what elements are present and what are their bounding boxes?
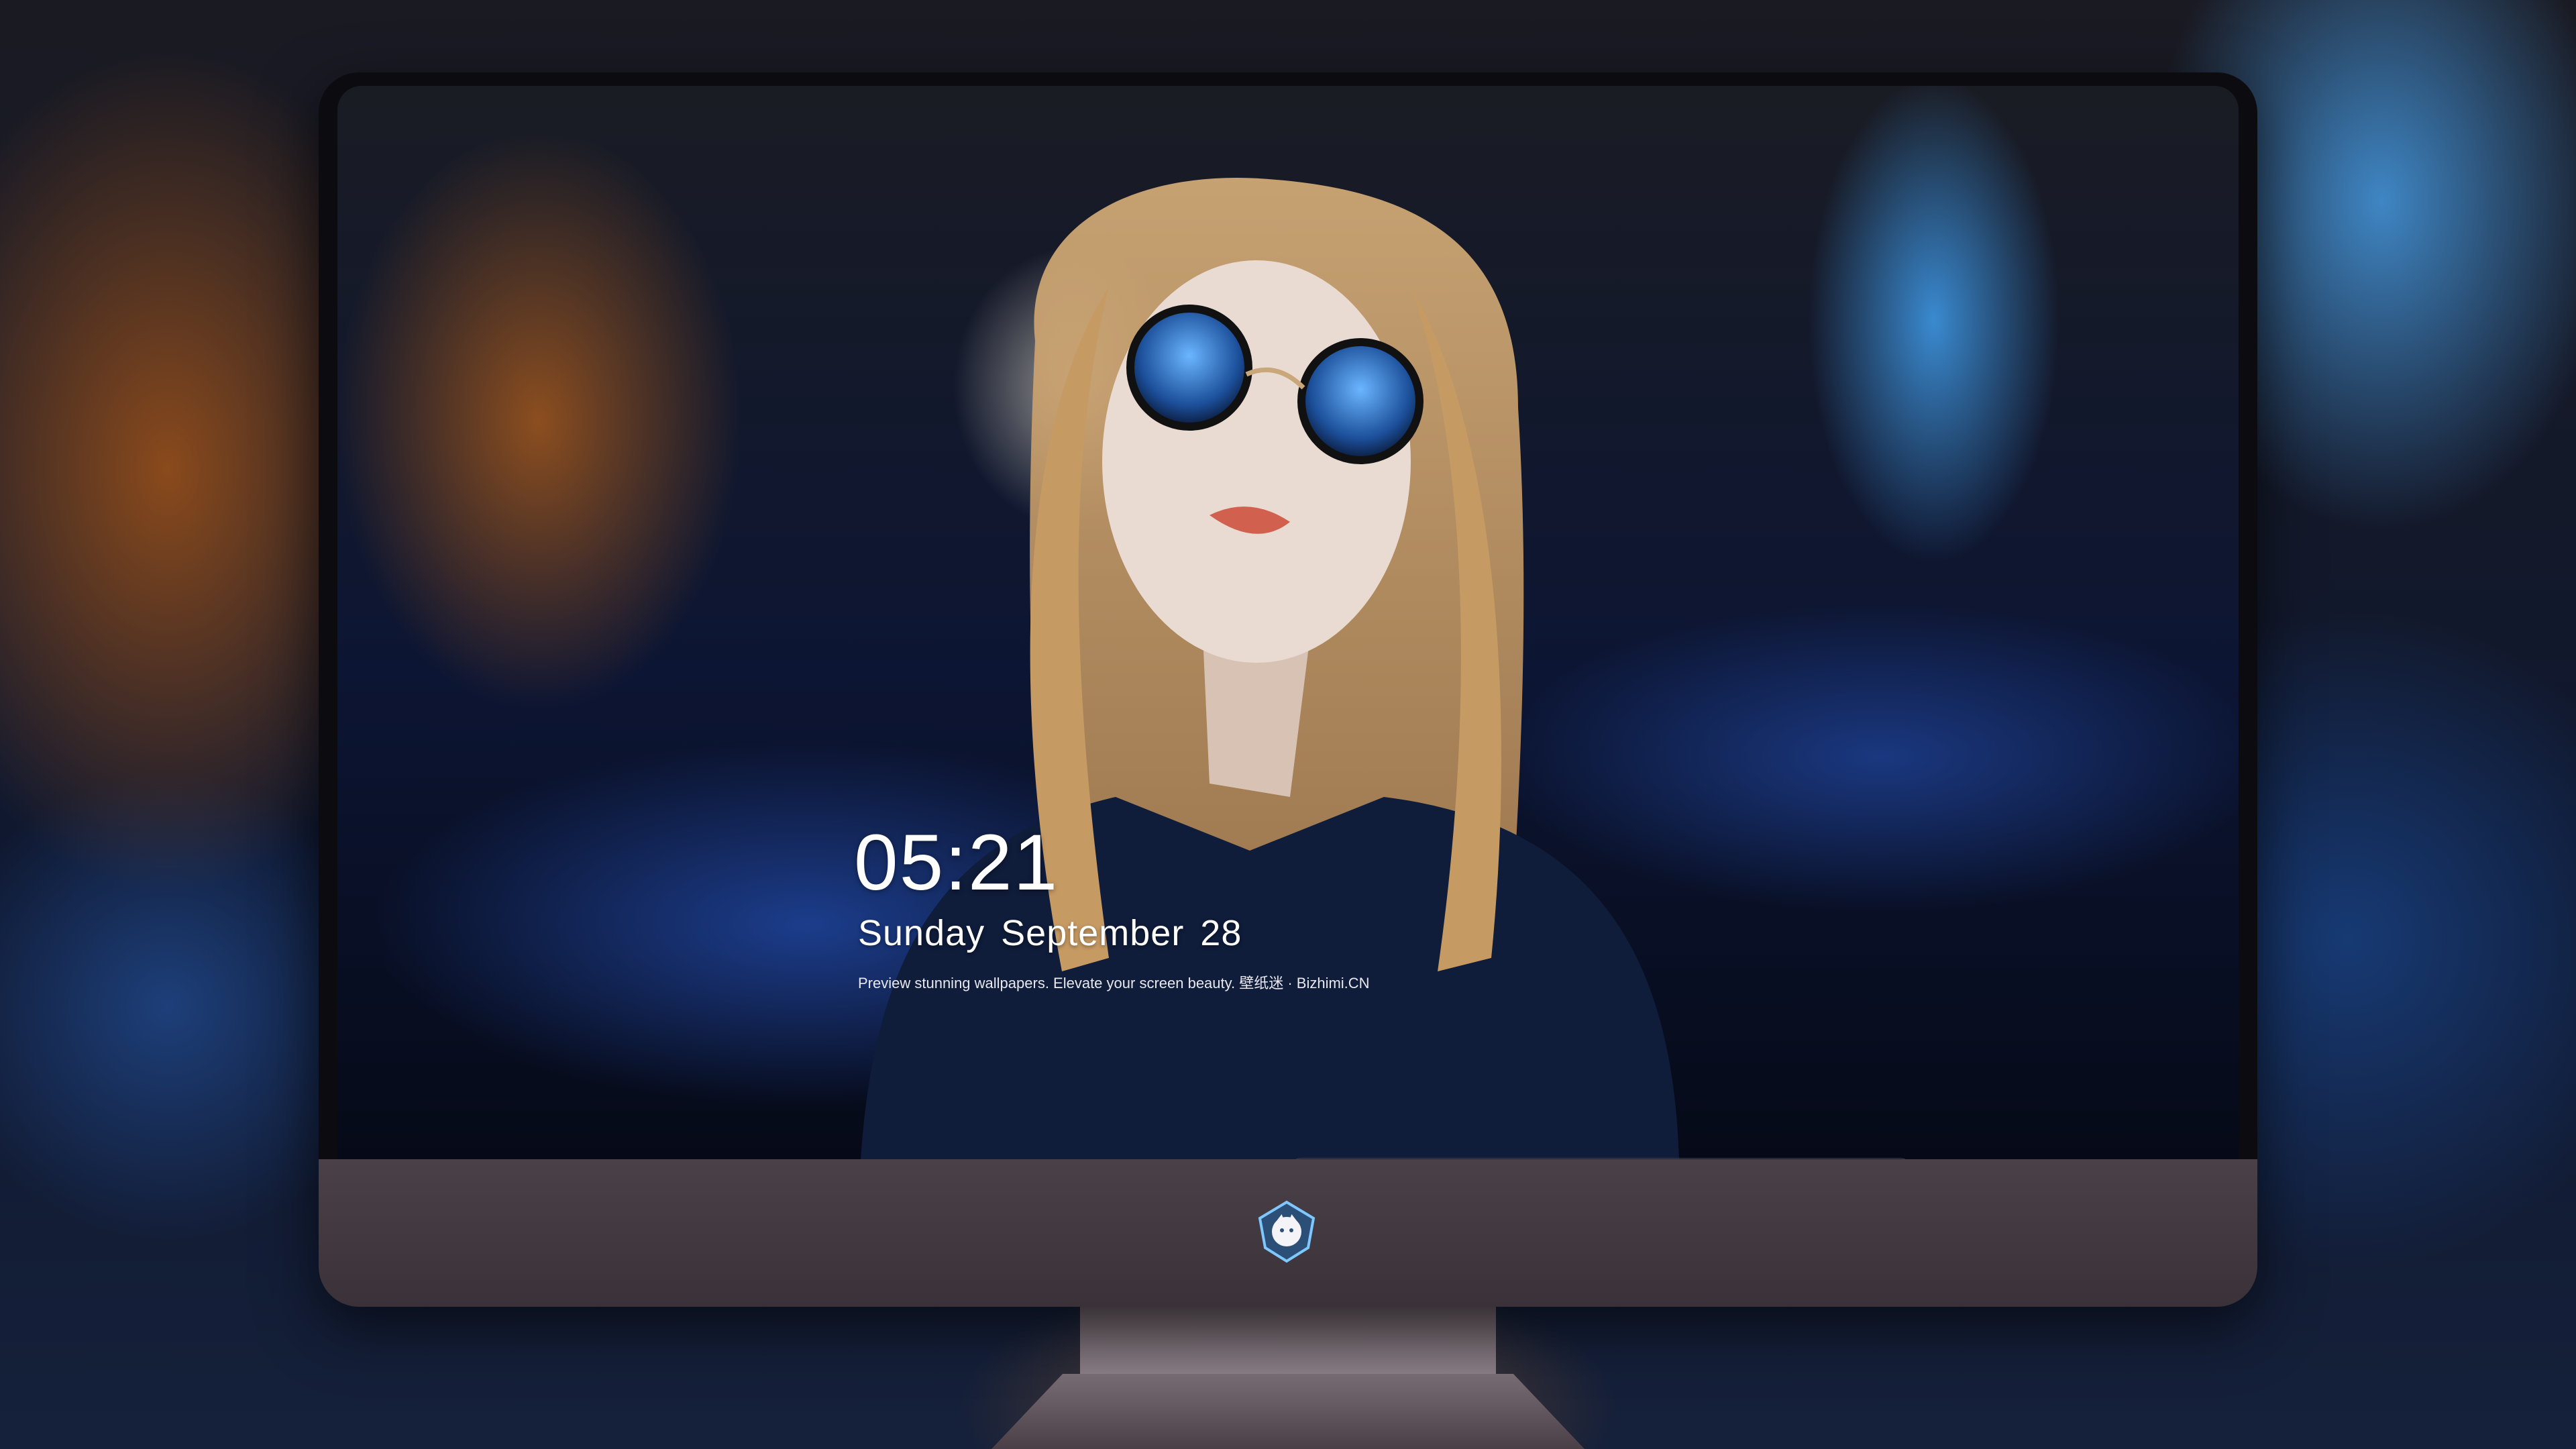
lock-screen: 05:21 Sunday September 28 Preview stunni…	[337, 86, 2239, 1159]
desktop-monitor: 05:21 Sunday September 28 Preview stunni…	[319, 72, 2257, 1307]
wallpaper-caption: Preview stunning wallpapers. Elevate you…	[858, 975, 1370, 991]
lock-screen-date: Sunday September 28	[858, 913, 1242, 953]
monitor-chin	[319, 1159, 2257, 1307]
brand-logo	[1258, 1200, 1316, 1263]
lock-screen-clock: 05:21	[854, 818, 1059, 907]
monitor-stand-neck	[1080, 1307, 1496, 1374]
monitor-stand-base	[991, 1374, 1585, 1449]
wallpaper-portrait	[861, 178, 1679, 1159]
